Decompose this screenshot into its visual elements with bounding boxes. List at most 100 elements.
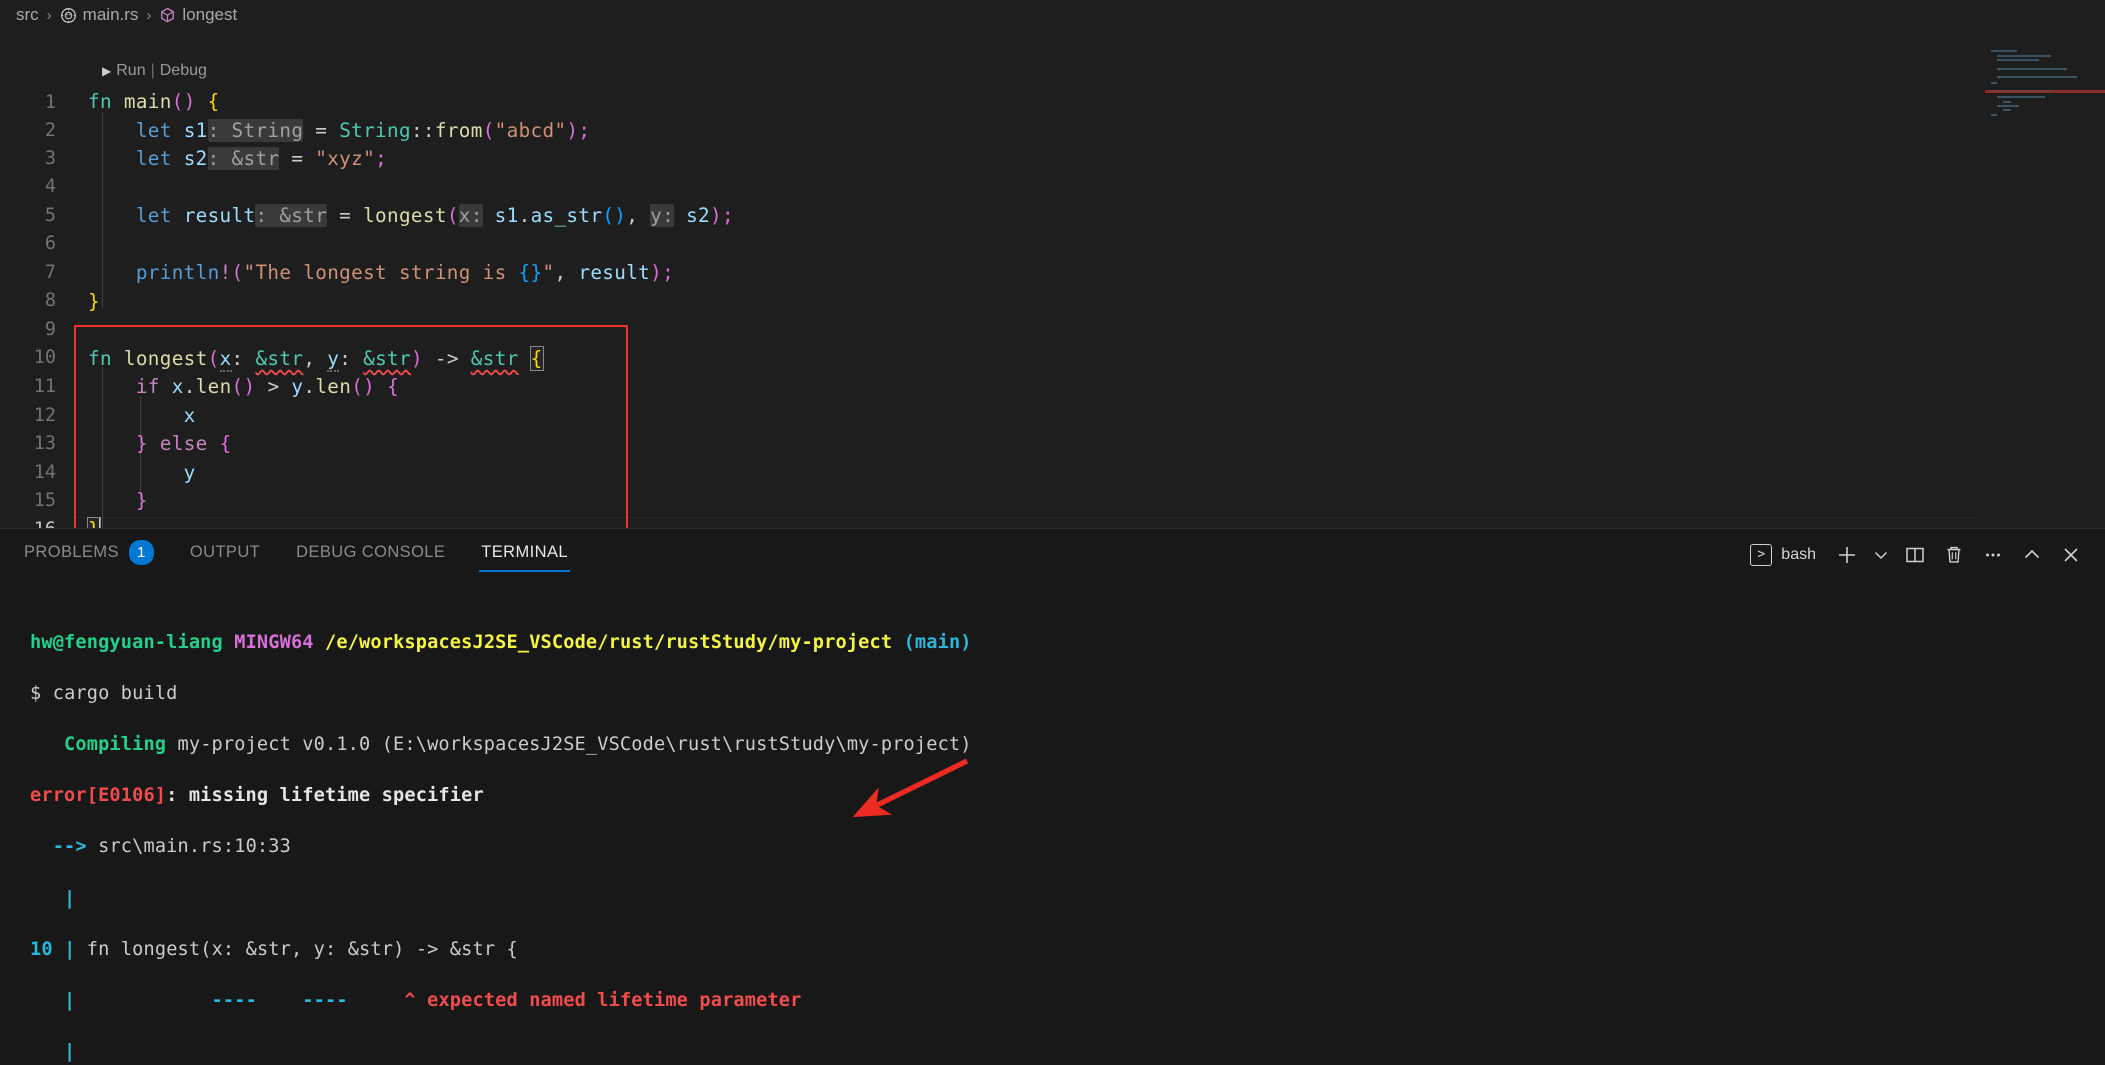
play-icon: ▶: [102, 64, 112, 78]
tab-debug-console[interactable]: DEBUG CONSOLE: [294, 537, 447, 572]
terminal-location-line: --> src\main.rs:10:33: [30, 834, 2105, 860]
line-number: 7: [44, 262, 56, 283]
new-terminal-button[interactable]: [1829, 537, 1865, 573]
line-number: 12: [33, 405, 56, 426]
code-line-14: y: [183, 461, 196, 484]
error-title: : missing lifetime specifier: [166, 785, 484, 807]
terminal-shell: MINGW64: [234, 631, 314, 653]
code-editor[interactable]: ▶ Run | Debug 1 2 3 4 5 6 7 8 9 10 11 12…: [0, 30, 2105, 553]
editor-minimap[interactable]: [1985, 44, 2105, 116]
problems-count-badge: 1: [128, 540, 154, 565]
code-line-15: }: [135, 489, 148, 512]
terminal-snippet-line: 10 | fn longest(x: &str, y: &str) -> &st…: [30, 938, 518, 960]
code-line-1: fn main() {: [88, 90, 220, 113]
caret-message: ^ expected named lifetime parameter: [404, 989, 802, 1011]
line-number: 2: [44, 120, 56, 141]
breadcrumb-symbol-label: longest: [182, 5, 238, 24]
terminal-prompt-line: hw@fengyuan-liang MINGW64 /e/workspacesJ…: [30, 630, 2105, 656]
terminal-compiling-line: Compiling my-project v0.1.0 (E:\workspac…: [30, 732, 2105, 758]
trash-icon: [1947, 546, 1961, 563]
close-panel-button[interactable]: [2053, 537, 2089, 573]
tab-output-label: OUTPUT: [189, 543, 261, 561]
terminal-profile-dropdown[interactable]: [1868, 537, 1894, 573]
panel-tab-bar: PROBLEMS 1 OUTPUT DEBUG CONSOLE TERMINAL…: [0, 528, 2105, 580]
code-line-3: let s2: &str = "xyz";: [135, 147, 388, 170]
codelens-separator: |: [150, 62, 155, 79]
terminal-command: cargo build: [52, 682, 178, 704]
terminal-output[interactable]: hw@fengyuan-liang MINGW64 /e/workspacesJ…: [0, 580, 2105, 1065]
line-number: 5: [44, 205, 56, 226]
breadcrumb-item-longest[interactable]: longest: [159, 5, 237, 25]
location-path: src\main.rs:10:33: [86, 836, 291, 858]
error-code: error[E0106]: [30, 785, 167, 807]
breadcrumb-separator-2: ›: [146, 6, 152, 24]
line-number: 1: [44, 92, 56, 113]
code-line-8: }: [88, 290, 100, 313]
code-line-5: let result: &str = longest(x: s1.as_str(…: [135, 204, 734, 227]
more-actions-button[interactable]: [1975, 537, 2011, 573]
code-line-13: } else {: [135, 432, 232, 455]
codelens-run-link[interactable]: Run: [116, 62, 145, 80]
tab-problems-label: PROBLEMS: [24, 543, 119, 561]
close-icon: [2064, 547, 2078, 562]
terminal-name-label: bash: [1781, 545, 1816, 563]
line-number: 6: [44, 233, 56, 254]
symbol-function-cube-icon: [161, 7, 175, 22]
chevron-down-icon: [1874, 551, 1888, 559]
line-number: 15: [33, 490, 56, 511]
breadcrumb-src-label: src: [16, 5, 39, 24]
plus-icon: [1839, 546, 1855, 563]
line-number: 13: [33, 433, 56, 454]
active-terminal-selector[interactable]: > bash: [1750, 543, 1816, 566]
terminal-icon: >: [1750, 543, 1773, 566]
code-line-11: if x.len() > y.len() {: [135, 375, 400, 398]
split-icon: [1906, 547, 1924, 562]
rust-file-icon: [60, 7, 76, 23]
terminal-pipe-line: |: [64, 887, 76, 909]
bottom-panel: PROBLEMS 1 OUTPUT DEBUG CONSOLE TERMINAL…: [0, 528, 2105, 1065]
line-number: 10: [33, 347, 56, 368]
line-number: 4: [44, 176, 56, 197]
codelens-run-debug[interactable]: ▶ Run | Debug: [102, 62, 207, 80]
code-line-2: let s1: String = String::from("abcd");: [135, 119, 591, 142]
terminal-user-host: hw@fengyuan-liang: [30, 631, 223, 653]
line-number: 9: [44, 319, 56, 340]
kill-terminal-button[interactable]: [1936, 537, 1972, 573]
compiling-label: Compiling: [64, 733, 167, 755]
terminal-command-line: $ cargo build: [30, 681, 2105, 707]
breadcrumb-separator: ›: [46, 6, 52, 24]
terminal-underline-line: | ---- ---- ^ expected named lifetime pa…: [64, 989, 802, 1011]
line-number: 8: [44, 290, 56, 311]
code-line-10: fn longest(x: &str, y: &str) -> &str {: [88, 346, 544, 372]
breadcrumb-file-label: main.rs: [82, 5, 139, 24]
terminal-pipe-line-2: |: [64, 1041, 76, 1063]
line-number: 3: [44, 148, 56, 169]
tab-terminal[interactable]: TERMINAL: [479, 537, 570, 572]
underline-marks: ---- ----: [211, 989, 348, 1011]
code-line-12: x: [183, 404, 196, 427]
code-line-7: println!("The longest string is {}", res…: [135, 261, 675, 284]
breadcrumb: src › main.rs › longest: [0, 0, 2105, 30]
terminal-path: /e/workspacesJ2SE_VSCode/rust/rustStudy/…: [325, 631, 893, 653]
tab-problems[interactable]: PROBLEMS 1: [22, 534, 156, 575]
terminal-branch: (main): [903, 631, 972, 653]
tab-output[interactable]: OUTPUT: [188, 537, 262, 572]
compiling-detail: my-project v0.1.0 (E:\workspacesJ2SE_VSC…: [166, 733, 972, 755]
breadcrumb-item-main-rs[interactable]: main.rs: [60, 5, 139, 25]
breadcrumb-item-src[interactable]: src: [16, 5, 39, 25]
tab-terminal-label: TERMINAL: [481, 543, 568, 561]
snippet-line-no: 10: [30, 938, 53, 960]
ellipsis-icon: [1986, 553, 2000, 556]
snippet-code: fn longest(x: &str, y: &str) -> &str {: [86, 938, 518, 960]
location-arrow: -->: [52, 836, 87, 858]
terminal-dollar: $: [30, 682, 42, 704]
codelens-debug-link[interactable]: Debug: [160, 62, 207, 80]
split-terminal-button[interactable]: [1897, 537, 1933, 573]
terminal-error-headline: error[E0106]: missing lifetime specifier: [30, 783, 2105, 809]
panel-action-bar: > bash: [1750, 537, 2105, 573]
line-number: 14: [33, 462, 56, 483]
line-number: 11: [33, 376, 56, 397]
maximize-panel-button[interactable]: [2014, 537, 2050, 573]
tab-debug-console-label: DEBUG CONSOLE: [296, 543, 446, 561]
chevron-up-icon: [2024, 549, 2040, 558]
